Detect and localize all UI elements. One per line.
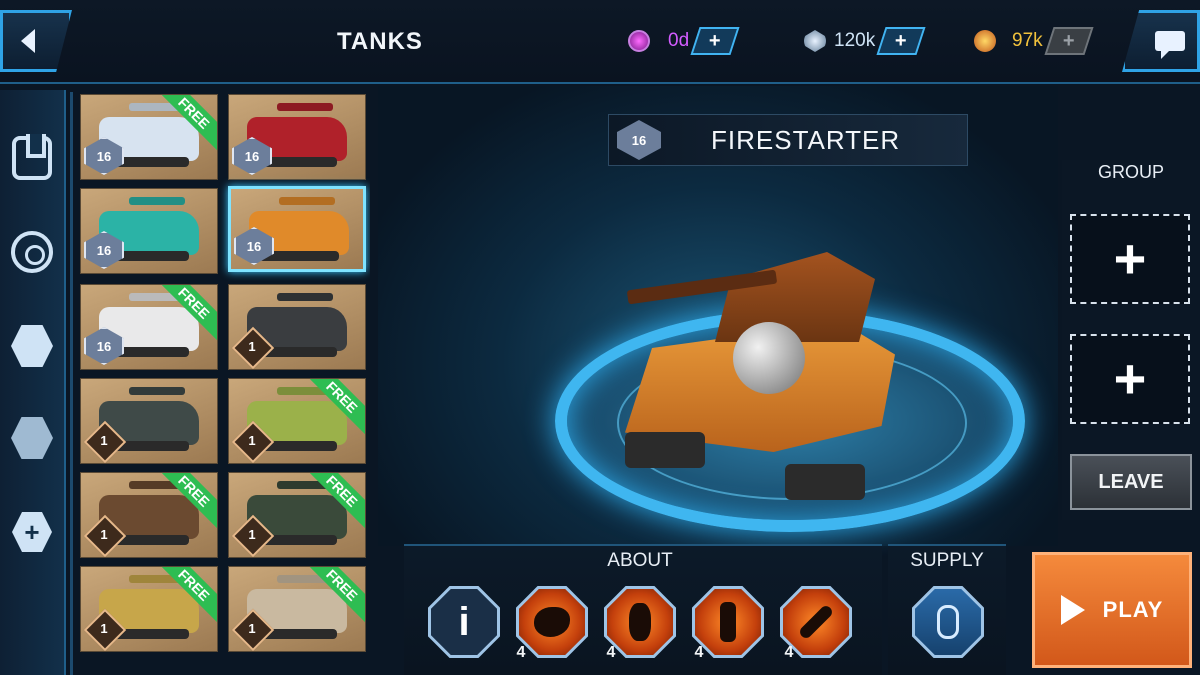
tank-card-selected[interactable]: 16: [228, 186, 366, 272]
gems-value: 0d: [668, 30, 690, 51]
ability-count: 4: [606, 644, 616, 661]
tank-tread: [785, 464, 865, 500]
play-label: PLAY: [1102, 597, 1164, 622]
leave-group-button[interactable]: LEAVE: [1070, 454, 1192, 510]
gems-counter: 0d +: [628, 26, 740, 56]
star-medal-icon: [974, 30, 996, 52]
tank-card[interactable]: FREE 16: [80, 284, 218, 370]
tank-card[interactable]: 16: [228, 94, 366, 180]
tank-tread: [625, 432, 705, 468]
menu-boosts[interactable]: +: [8, 508, 56, 556]
level-badge: 1: [232, 327, 272, 365]
supply-label: SUPPLY: [910, 550, 984, 571]
top-bar: TANKS 0d + 120k + 97k +: [0, 0, 1200, 84]
level-badge: 1: [232, 421, 272, 459]
level-badge: 16: [234, 227, 274, 265]
info-icon: i: [431, 589, 497, 655]
tank-nameplate: 16 FIRESTARTER: [608, 114, 968, 166]
level-badge: 1: [232, 515, 272, 553]
crosshair-icon: [11, 231, 53, 273]
level-badge: 16: [84, 137, 124, 175]
stars-value: 97k: [1012, 30, 1043, 51]
level-badge: 16: [84, 231, 124, 269]
chat-button[interactable]: [1122, 10, 1200, 72]
play-button[interactable]: PLAY: [1032, 552, 1192, 668]
level-badge: 1: [84, 421, 124, 459]
category-menu: +: [0, 90, 66, 675]
tank-card[interactable]: FREE 1: [228, 472, 366, 558]
buy-crystals-button[interactable]: +: [876, 27, 926, 55]
armor-hex-icon: [11, 417, 53, 459]
menu-armor[interactable]: [8, 414, 56, 462]
boost-plus-icon: +: [12, 512, 52, 552]
group-slot-add-button[interactable]: +: [1070, 214, 1190, 304]
tank-dome: [733, 322, 805, 394]
tank-grid: FREE 16 16 16 16 FREE 16 1 1 FREE 1 FREE…: [80, 92, 370, 675]
buy-stars-button[interactable]: +: [1044, 27, 1094, 55]
crystals-value: 120k: [834, 30, 876, 51]
modules-icon: [11, 325, 53, 367]
crystals-counter: 120k +: [804, 26, 926, 56]
gem-icon: [628, 30, 650, 52]
tank-card[interactable]: FREE 1: [228, 566, 366, 652]
group-title: GROUP: [1097, 162, 1164, 182]
tank-icon: [12, 134, 52, 180]
tank-name: FIRESTARTER: [711, 124, 901, 155]
ability-count: 4: [694, 644, 704, 661]
tank-card[interactable]: FREE 16: [80, 94, 218, 180]
tank-card[interactable]: FREE 1: [80, 566, 218, 652]
back-button[interactable]: [0, 10, 72, 72]
back-arrow-icon: [21, 29, 35, 53]
level-badge: 16: [617, 120, 661, 160]
level-badge: 16: [84, 327, 124, 365]
page-title: TANKS: [337, 28, 423, 55]
play-icon: [1060, 595, 1085, 625]
tank-card[interactable]: 1: [80, 378, 218, 464]
chat-bubble-icon: [1155, 31, 1185, 59]
tank-card[interactable]: 16: [80, 188, 218, 274]
menu-targeting[interactable]: [8, 228, 56, 276]
group-slot-add-button[interactable]: +: [1070, 334, 1190, 424]
level-badge: 1: [232, 609, 272, 647]
tank-card[interactable]: FREE 1: [80, 472, 218, 558]
tank-card[interactable]: FREE 1: [228, 378, 366, 464]
menu-divider: [70, 92, 73, 675]
tank-card[interactable]: 1: [228, 284, 366, 370]
menu-modules[interactable]: [8, 322, 56, 370]
crystal-icon: [804, 30, 826, 52]
buy-gems-button[interactable]: +: [690, 27, 740, 55]
tank-turret: [715, 252, 875, 342]
level-badge: 1: [84, 609, 124, 647]
ability-count: 4: [516, 644, 526, 661]
selected-tank-model[interactable]: [605, 232, 925, 502]
menu-tanks[interactable]: [8, 134, 56, 182]
level-badge: 16: [232, 137, 272, 175]
level-badge: 1: [84, 515, 124, 553]
ability-count: 4: [784, 644, 794, 661]
stars-counter: 97k +: [974, 26, 1094, 56]
supply-canister-icon: [915, 589, 981, 655]
about-label: ABOUT: [607, 550, 673, 571]
